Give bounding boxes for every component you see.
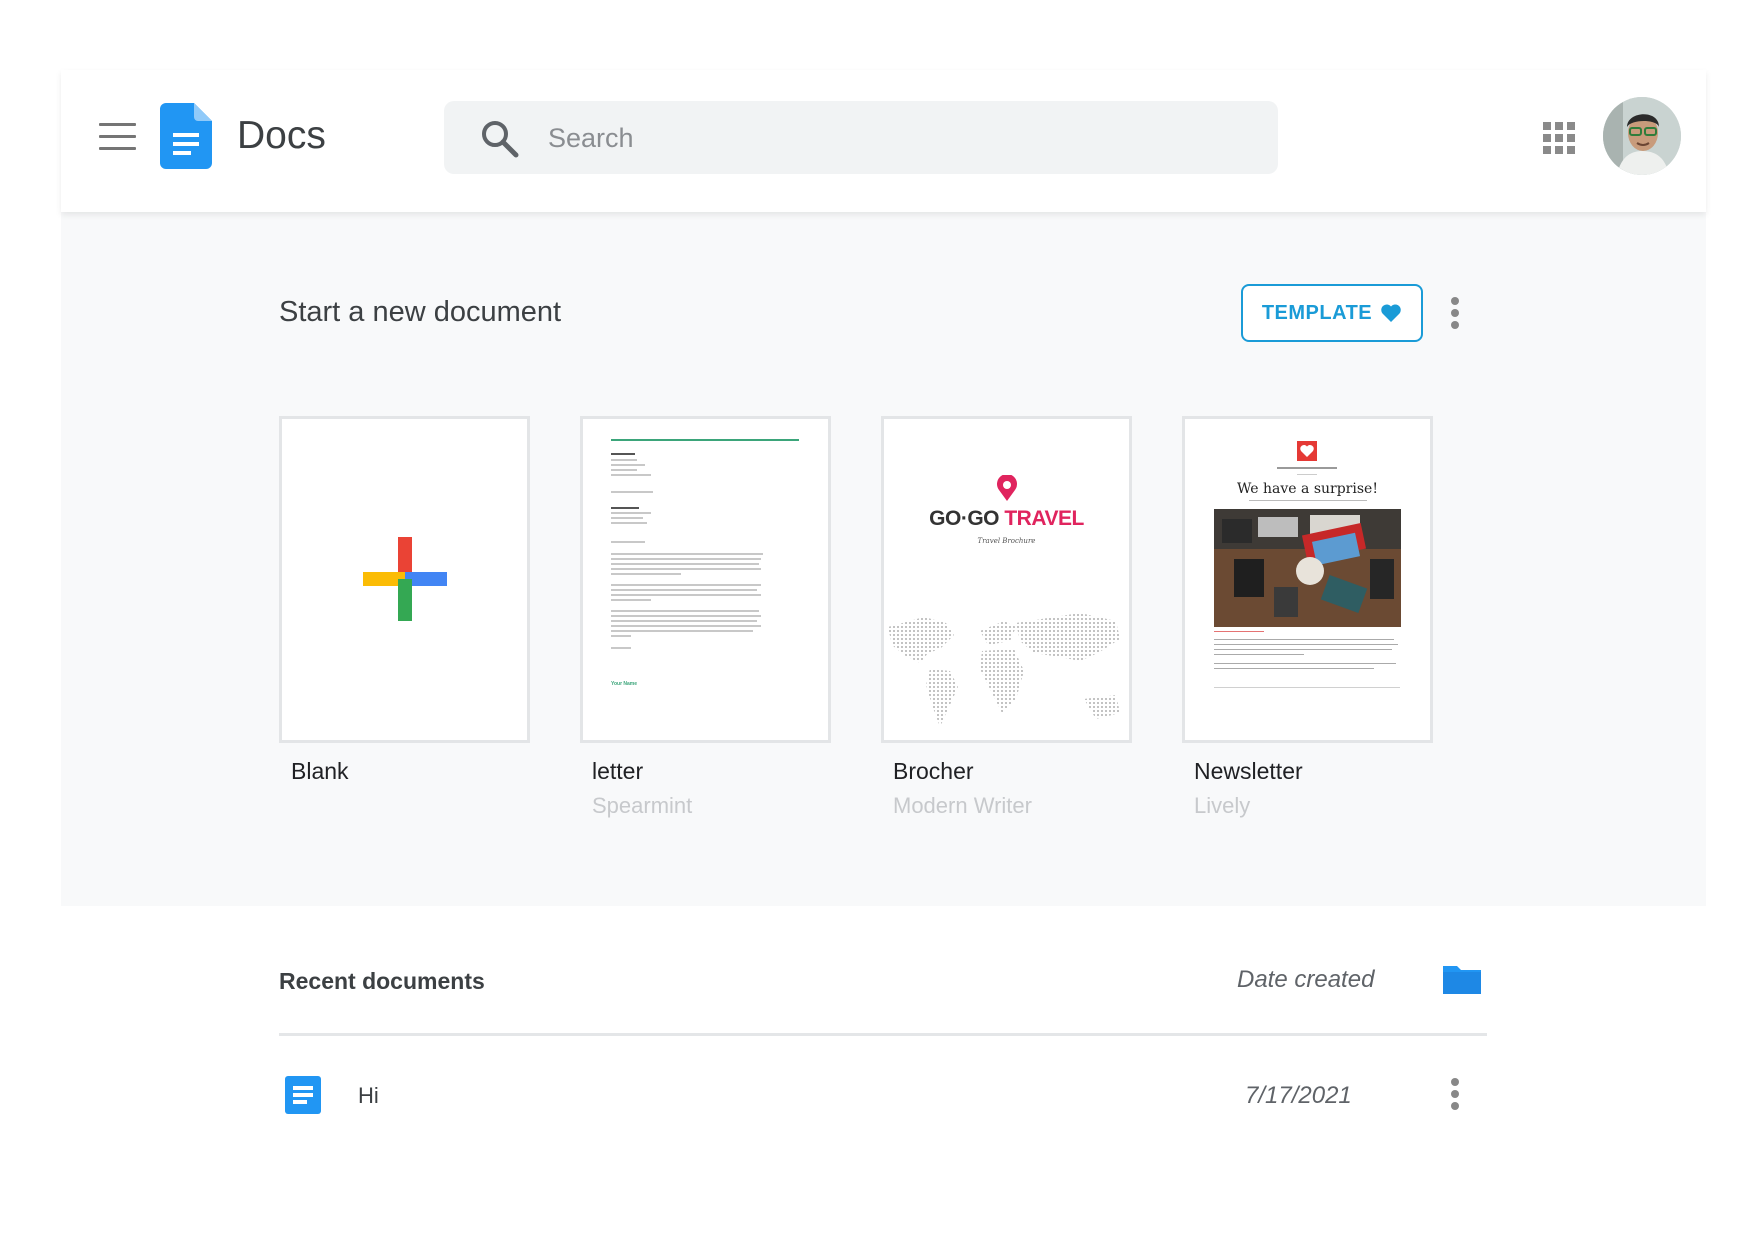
letter-signature: Your Name	[611, 681, 638, 687]
template-title: Brocher	[893, 758, 974, 784]
template-button[interactable]: TEMPLATE	[1241, 284, 1423, 342]
template-card-blank[interactable]: Blank	[279, 416, 530, 793]
docs-logo-icon[interactable]	[160, 103, 212, 169]
template-card-newsletter[interactable]: We have a surprise! Newsletter Lively	[1182, 416, 1433, 819]
template-subtitle: Modern Writer	[893, 793, 1032, 818]
template-button-label: TEMPLATE	[1261, 301, 1373, 324]
heart-icon	[1381, 304, 1401, 322]
template-thumbnail[interactable]: We have a surprise!	[1182, 416, 1433, 743]
template-title: Newsletter	[1194, 758, 1303, 784]
newsletter-photo	[1214, 509, 1401, 627]
search-input[interactable]	[548, 117, 1248, 159]
section-title: Start a new document	[279, 296, 562, 328]
top-app-bar: Docs	[61, 70, 1706, 212]
brochure-subtitle: Travel Brochure	[977, 537, 1036, 545]
document-row[interactable]: Hi 7/17/2021	[279, 1066, 1487, 1126]
more-vert-icon[interactable]	[1450, 297, 1460, 333]
template-thumbnail[interactable]	[279, 416, 530, 743]
apps-grid-icon[interactable]	[1543, 122, 1575, 154]
avatar[interactable]	[1603, 97, 1681, 175]
document-icon	[285, 1076, 321, 1114]
document-date: 7/17/2021	[1245, 1082, 1352, 1109]
location-pin-icon	[997, 475, 1017, 501]
search-icon[interactable]	[480, 119, 520, 159]
template-subtitle: Spearmint	[592, 793, 693, 818]
world-map-graphic	[888, 613, 1120, 727]
template-subtitle: Lively	[1194, 793, 1251, 818]
folder-icon[interactable]	[1441, 964, 1483, 996]
app-title: Docs	[237, 114, 326, 157]
template-card-brochure[interactable]: GO·GO TRAVEL Travel Brochure Brocher Mod…	[881, 416, 1132, 819]
heart-badge-icon	[1297, 441, 1317, 461]
docs-app: Docs Sta	[61, 70, 1706, 1206]
template-thumbnail[interactable]: Your Name	[580, 416, 831, 743]
template-title: letter	[592, 758, 644, 784]
recent-documents-section: Recent documents Date created Hi 7/17/20…	[61, 906, 1706, 1206]
template-gallery: Start a new document TEMPLATE Blank Your…	[61, 212, 1706, 906]
menu-icon[interactable]	[99, 123, 136, 151]
template-title: Blank	[291, 758, 349, 784]
more-vert-icon[interactable]	[1450, 1078, 1460, 1114]
document-name[interactable]: Hi	[358, 1083, 379, 1109]
plus-icon	[363, 537, 447, 621]
divider	[279, 1033, 1487, 1036]
template-card-letter[interactable]: Your Name letter Spearmint	[580, 416, 831, 819]
brochure-title: GO·GO TRAVEL	[929, 507, 1084, 530]
recent-documents-title: Recent documents	[279, 968, 485, 994]
template-thumbnail[interactable]: GO·GO TRAVEL Travel Brochure	[881, 416, 1132, 743]
search-bar[interactable]	[444, 101, 1278, 174]
sort-by-date-button[interactable]: Date created	[1237, 966, 1374, 994]
newsletter-headline: We have a surprise!	[1237, 481, 1378, 497]
